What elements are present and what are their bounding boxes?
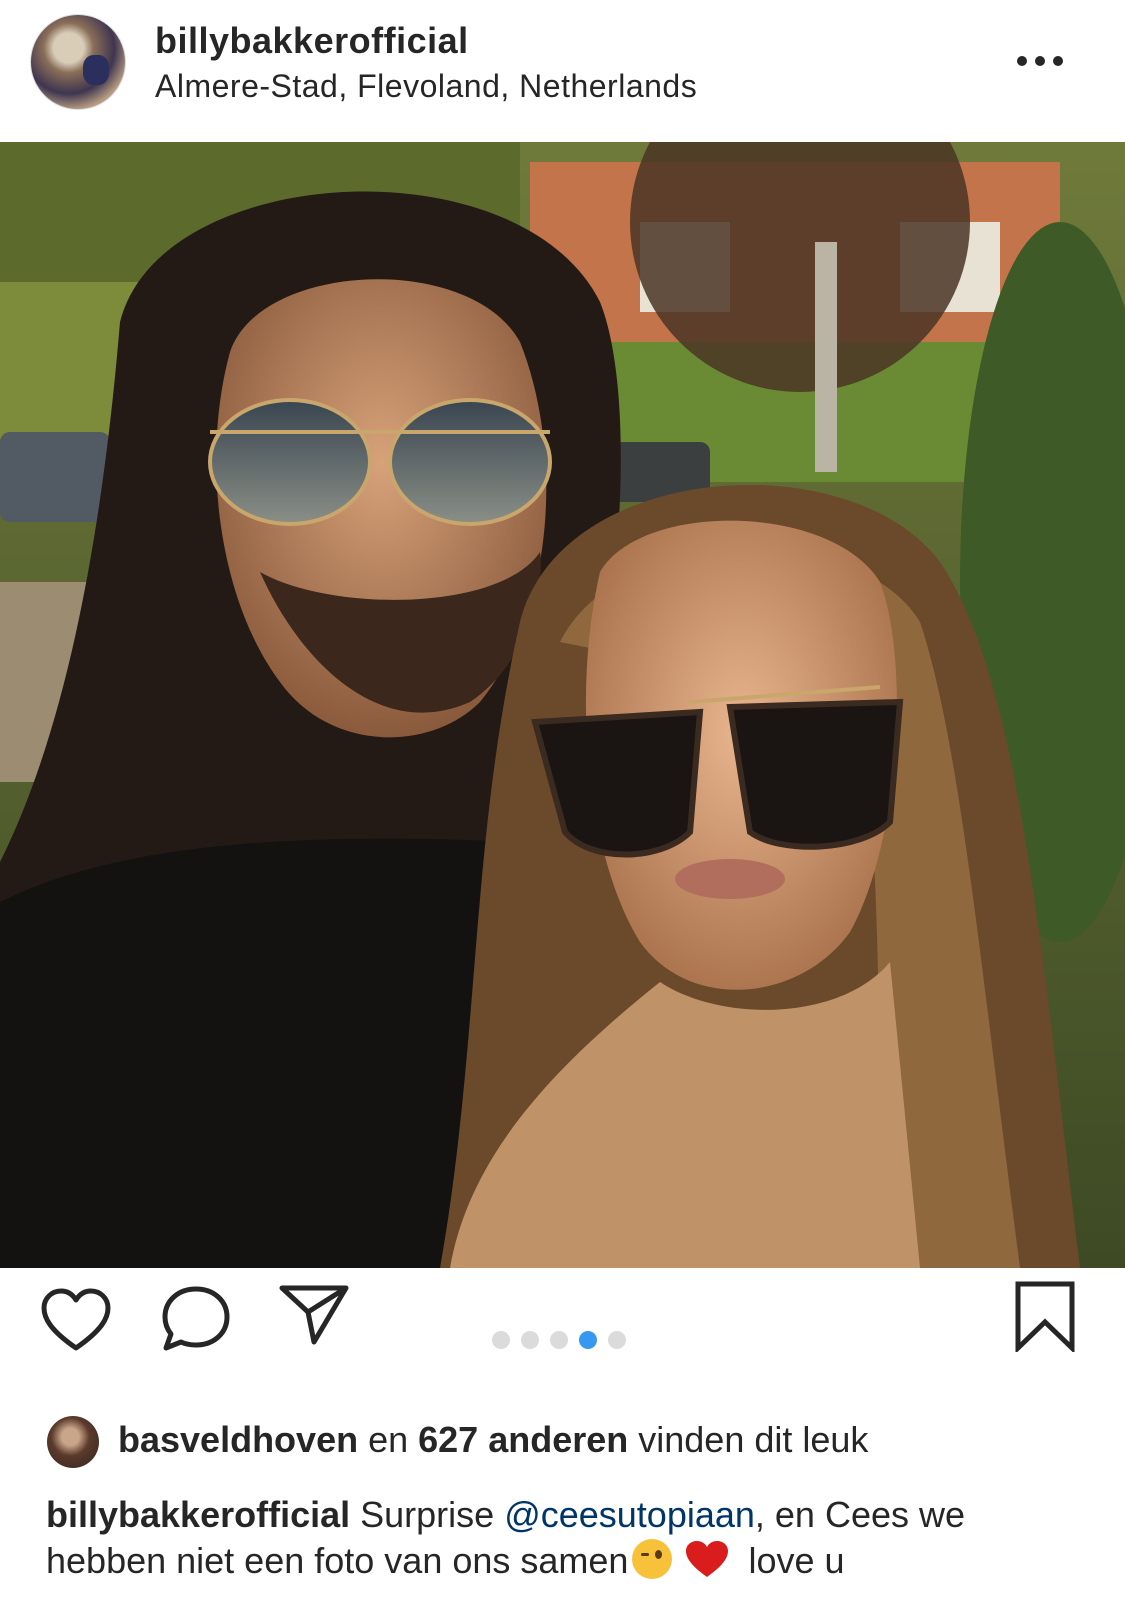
comment-icon[interactable] [160,1284,232,1359]
carousel-dot-active [579,1331,597,1349]
caption-mention[interactable]: @ceesutopiaan [504,1494,755,1535]
caption-text: Surprise [350,1494,505,1535]
post-photo[interactable] [0,142,1125,1268]
liker-avatar[interactable] [47,1416,99,1468]
post-location[interactable]: Almere-Stad, Flevoland, Netherlands [155,68,697,105]
bookmark-icon[interactable] [1013,1280,1077,1357]
heart-icon[interactable] [40,1288,112,1359]
carousel-dot [521,1331,539,1349]
caption-text-end: love u [738,1540,845,1581]
carousel-dot [492,1331,510,1349]
carousel-dot [550,1331,568,1349]
post-header: billybakkerofficial Almere-Stad, Flevola… [0,0,1125,142]
likes-count-link[interactable]: 627 anderen [418,1419,628,1460]
post-username[interactable]: billybakkerofficial [155,20,469,62]
caption-username[interactable]: billybakkerofficial [46,1494,350,1535]
wink-emoji-icon [632,1539,673,1579]
red-heart-emoji-icon [684,1539,730,1590]
profile-avatar[interactable] [30,14,126,110]
more-options-icon[interactable] [1010,48,1070,74]
likes-connector: en [358,1419,419,1460]
share-paper-plane-icon[interactable] [278,1282,350,1353]
carousel-dot [608,1331,626,1349]
post-caption: billybakkerofficial Surprise @ceesutopia… [46,1492,1086,1590]
first-liker-link[interactable]: basveldhoven [118,1419,358,1460]
likes-suffix: vinden dit leuk [628,1419,869,1460]
likes-summary: basveldhoven en 627 anderen vinden dit l… [118,1419,868,1461]
